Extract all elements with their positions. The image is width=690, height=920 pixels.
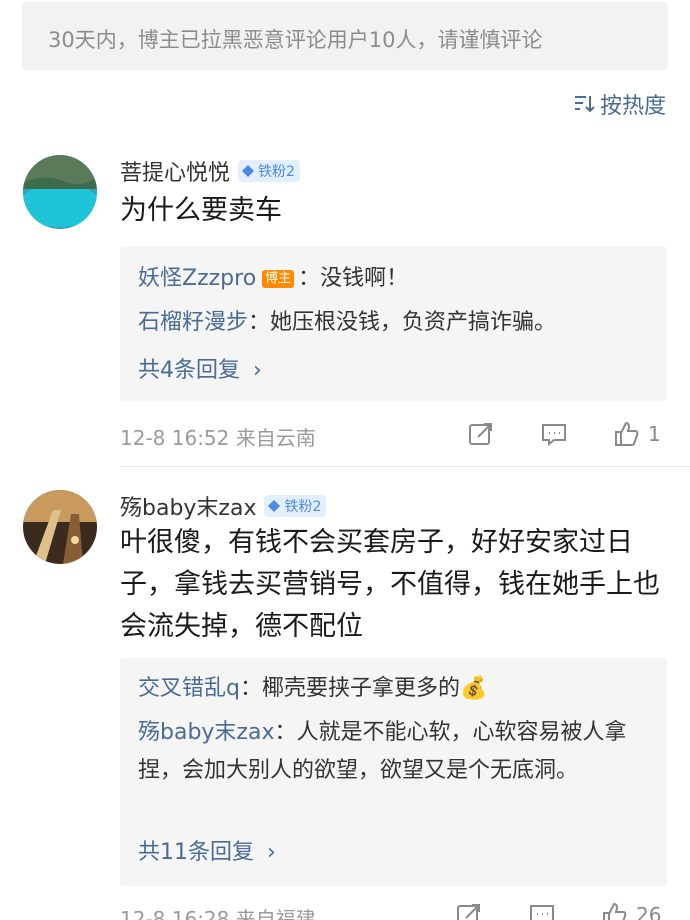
more-replies-link[interactable]: 共4条回复 › <box>138 352 262 384</box>
username-text: 菩提心悦悦 <box>120 161 231 186</box>
reply-text: ：没钱啊！ <box>298 266 409 291</box>
sort-by-hot-button[interactable]: 按热度 <box>572 88 666 120</box>
comment-button[interactable] <box>528 901 556 920</box>
blacklist-notice: 30天内，博主已拉黑恶意评论用户10人，请谨慎评论 <box>22 2 668 70</box>
username[interactable]: 殇baby末zax 铁粉2 <box>120 490 327 522</box>
more-replies-text: 共4条回复 <box>138 358 240 383</box>
share-icon <box>457 904 480 920</box>
reply-item: 石榴籽漫步：她压根没钱，负资产搞诈骗。 <box>138 304 653 342</box>
avatar[interactable] <box>23 155 97 229</box>
diamond-icon <box>268 500 281 512</box>
comment-button[interactable] <box>540 420 568 448</box>
username[interactable]: 菩提心悦悦 铁粉2 <box>120 155 300 187</box>
sort-icon <box>574 96 595 113</box>
avatar[interactable] <box>23 490 97 564</box>
reply-box[interactable]: 交叉错乱q：椰壳要挟子拿更多的💰 殇baby末zax：人就是不能心软，心软容易被… <box>120 658 667 886</box>
reply-text: ：她压根没钱，负资产搞诈骗。 <box>248 310 557 335</box>
reply-author[interactable]: 妖怪Zzzpro <box>138 266 256 291</box>
reply-item: 殇baby末zax：人就是不能心软，心软容易被人拿捏，会加大别人的欲望，欲望又是… <box>138 714 653 790</box>
money-bag-icon: 💰 <box>459 676 488 701</box>
like-count: 1 <box>648 422 661 446</box>
reply-text: ：椰壳要挟子拿更多的 <box>239 676 460 701</box>
reply-author[interactable]: 殇baby末zax <box>138 720 274 745</box>
like-button[interactable]: 26 <box>600 901 661 920</box>
like-icon <box>603 902 627 920</box>
fan-badge: 铁粉2 <box>264 495 327 517</box>
share-icon <box>469 423 492 445</box>
more-replies-text: 共11条回复 <box>138 840 254 865</box>
comment-icon <box>530 905 554 920</box>
notice-text: 30天内，博主已拉黑恶意评论用户10人，请谨慎评论 <box>48 28 543 52</box>
chevron-right-icon: › <box>253 358 262 383</box>
badge-text: 铁粉2 <box>258 164 295 180</box>
comment-text: 叶很傻，有钱不会买套房子，好好安家过日子，拿钱去买营销号，不值得，钱在她手上也会… <box>120 527 660 642</box>
diamond-icon <box>242 165 255 177</box>
username-text: 殇baby末zax <box>120 496 257 521</box>
like-icon <box>615 421 639 446</box>
reply-item: 交叉错乱q：椰壳要挟子拿更多的💰 <box>138 670 653 708</box>
divider <box>120 466 690 467</box>
like-count: 26 <box>636 903 662 920</box>
comment-meta: 12-8 16:52 来自云南 <box>120 426 316 450</box>
reply-item: 妖怪Zzzpro 博主 ：没钱啊！ <box>138 260 653 298</box>
reply-author[interactable]: 交叉错乱q <box>138 676 240 701</box>
share-button[interactable] <box>454 901 482 920</box>
sort-label: 按热度 <box>599 94 666 119</box>
author-tag: 博主 <box>262 270 295 288</box>
reply-author[interactable]: 石榴籽漫步 <box>138 310 248 335</box>
comment-meta: 12-8 16:28 来自福建 <box>120 907 316 920</box>
fan-badge: 铁粉2 <box>238 160 300 182</box>
share-button[interactable] <box>466 420 494 448</box>
comment-text: 为什么要卖车 <box>120 195 282 226</box>
like-button[interactable]: 1 <box>612 420 661 448</box>
badge-text: 铁粉2 <box>284 499 322 515</box>
comment-icon <box>542 424 566 447</box>
more-replies-link[interactable]: 共11条回复 › <box>138 834 276 866</box>
reply-box[interactable]: 妖怪Zzzpro 博主 ：没钱啊！ 石榴籽漫步：她压根没钱，负资产搞诈骗。 共4条回… <box>120 246 667 401</box>
chevron-right-icon: › <box>267 840 276 865</box>
